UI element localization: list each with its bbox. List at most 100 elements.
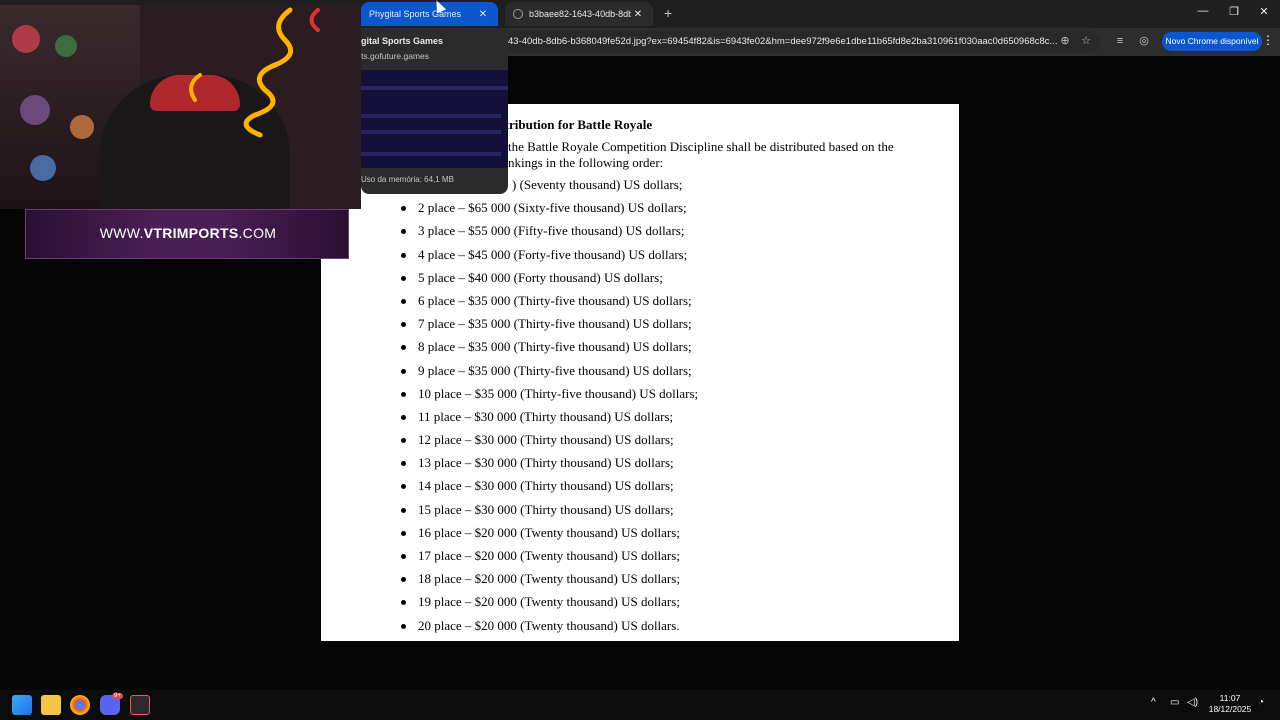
tab-image[interactable]: b3baee82-1643-40db-8db6-b3 ✕ (505, 2, 653, 26)
prize-item: 20 place – $20 000 (Twenty thousand) US … (401, 617, 698, 640)
prize-item: 5 place – $40 000 (Forty thousand) US do… (401, 269, 698, 292)
thumbnail-row (361, 130, 501, 134)
tab-hover-preview: gital Sports Games ts.gofuture.games Uso… (361, 28, 508, 194)
prize-item: 13 place – $30 000 (Thirty thousand) US … (401, 454, 698, 477)
sponsor-banner: WWW.VTRIMPORTS.COM (25, 209, 349, 259)
prize-text: 13 place – $30 000 (Thirty thousand) US … (418, 455, 674, 471)
prize-text: 8 place – $35 000 (Thirty-five thousand)… (418, 339, 692, 355)
update-chrome-button[interactable]: Novo Chrome disponível (1162, 32, 1262, 51)
new-tab-icon[interactable]: + (664, 5, 672, 21)
profile-icon[interactable]: ◎ (1136, 33, 1152, 49)
prize-item: 9 place – $35 000 (Thirty-five thousand)… (401, 362, 698, 385)
restore-icon[interactable]: ❐ (1224, 5, 1244, 18)
minimize-icon[interactable]: — (1193, 5, 1213, 17)
windows-start-icon[interactable] (12, 695, 32, 715)
clock-time: 11:07 (1219, 693, 1241, 703)
bullet-icon (401, 461, 406, 467)
tray-chevron-icon[interactable]: ^ (1151, 697, 1156, 708)
prize-item: 19 place – $20 000 (Twenty thousand) US … (401, 593, 698, 616)
tab-title: Phygital Sports Games (369, 9, 462, 19)
bullet-icon (401, 507, 406, 513)
banner-text: WWW.VTRIMPORTS.COM (26, 225, 350, 241)
preview-memory: Uso da memória: 64,1 MB (361, 175, 454, 184)
intro-line: the Battle Royale Competition Discipline… (508, 139, 894, 154)
chrome-menu-icon[interactable]: ⋮ (1262, 33, 1274, 47)
bullet-icon (401, 275, 406, 281)
prize-text: 16 place – $20 000 (Twenty thousand) US … (418, 524, 680, 540)
prize-text: 18 place – $20 000 (Twenty thousand) US … (418, 571, 680, 587)
bullet-icon (401, 345, 406, 351)
bullet-icon (401, 298, 406, 304)
thumbnail-row (361, 114, 501, 118)
thumbnail-row (361, 152, 501, 156)
prize-text: 15 place – $30 000 (Thirty thousand) US … (418, 501, 674, 517)
bookmark-star-icon[interactable]: ☆ (1078, 33, 1094, 49)
tab-close-icon[interactable]: ✕ (476, 9, 490, 20)
prize-item: 2 place – $65 000 (Sixty-five thousand) … (401, 199, 698, 222)
preview-thumbnail (361, 70, 508, 168)
prize-text: 5 place – $40 000 (Forty thousand) US do… (418, 269, 663, 285)
webcam-overlay (0, 5, 361, 209)
prize-text: 6 place – $35 000 (Thirty-five thousand)… (418, 292, 692, 308)
zoom-icon[interactable]: ⊕ (1057, 33, 1073, 49)
close-window-icon[interactable]: ✕ (1254, 5, 1274, 18)
address-bar[interactable]: 43-40db-8db6-b368049fe52d.jpg?ex=69454f8… (500, 31, 1100, 53)
bullet-icon (401, 391, 406, 397)
prize-item: 7 place – $35 000 (Thirty-five thousand)… (401, 315, 698, 338)
prize-text: 11 place – $30 000 (Thirty thousand) US … (418, 408, 674, 424)
discord-badge: 9+ (112, 693, 123, 699)
bullet-icon (401, 600, 406, 606)
banner-brand: VTRIMPORTS (143, 225, 239, 241)
bullet-icon (401, 368, 406, 374)
notification-bell-icon[interactable]: ◔ (1258, 697, 1264, 708)
preview-url: ts.gofuture.games (361, 51, 430, 61)
prize-text: ) (Seventy thousand) US dollars; (512, 177, 683, 192)
screen: Phygital Sports Games ✕ b3baee82-1643-40… (0, 0, 1280, 720)
prize-item: 14 place – $30 000 (Thirty thousand) US … (401, 477, 698, 500)
prize-item: 11 place – $30 000 (Thirty thousand) US … (401, 408, 698, 431)
banner-prefix: WWW. (99, 225, 144, 241)
volume-icon[interactable]: ◁) (1187, 697, 1198, 708)
prize-item: 3 place – $55 000 (Fifty-five thousand) … (401, 222, 698, 245)
prize-text: 17 place – $20 000 (Twenty thousand) US … (418, 548, 680, 563)
bullet-icon (401, 229, 406, 235)
preview-title: gital Sports Games (361, 36, 444, 46)
prize-text: 10 place – $35 000 (Thirty-five thousand… (418, 385, 699, 401)
prize-item: 16 place – $20 000 (Twenty thousand) US … (401, 524, 698, 547)
neon-squiggle-icon (189, 7, 320, 138)
bullet-icon (401, 414, 406, 420)
file-explorer-icon[interactable] (41, 695, 61, 715)
windows-taskbar (0, 690, 1280, 720)
prize-item: 8 place – $35 000 (Thirty-five thousand)… (401, 338, 698, 361)
prize-item: 4 place – $45 000 (Forty-five thousand) … (401, 246, 698, 269)
media-controls-icon[interactable]: ≡ (1112, 33, 1128, 49)
chrome-icon[interactable] (70, 695, 90, 715)
prize-item: 10 place – $35 000 (Thirty-five thousand… (401, 385, 698, 408)
prize-text: 9 place – $35 000 (Thirty-five thousand)… (418, 362, 692, 378)
prize-text: 7 place – $35 000 (Thirty-five thousand)… (418, 316, 692, 332)
bullet-icon (401, 438, 406, 444)
network-icon[interactable]: ▭ (1170, 697, 1179, 708)
prize-item: 18 place – $20 000 (Twenty thousand) US … (401, 570, 698, 593)
prize-item: 17 place – $20 000 (Twenty thousand) US … (401, 547, 698, 570)
prize-text: 14 place – $30 000 (Thirty thousand) US … (418, 478, 674, 494)
prize-text: 4 place – $45 000 (Forty-five thousand) … (418, 246, 688, 262)
clock-date: 18/12/2025 (1208, 704, 1252, 714)
thumbnail-row (361, 86, 508, 90)
prize-text: 12 place – $30 000 (Thirty thousand) US … (418, 432, 674, 448)
bullet-icon (401, 206, 406, 212)
tab-phygital-sports-games[interactable]: Phygital Sports Games ✕ (361, 2, 498, 26)
epic-games-icon[interactable] (130, 695, 150, 715)
bullet-icon (401, 577, 406, 583)
prize-item: 12 place – $30 000 (Thirty thousand) US … (401, 431, 698, 454)
prize-list: ) (Seventy thousand) US dollars; 2 place… (401, 176, 698, 640)
tab-title: b3baee82-1643-40db-8db6-b3 (529, 9, 631, 19)
bullet-icon (401, 554, 406, 559)
system-clock[interactable]: 11:07 18/12/2025 (1204, 693, 1256, 715)
tab-close-icon[interactable]: ✕ (631, 9, 645, 20)
bullet-icon (401, 322, 406, 328)
bullet-icon (401, 623, 406, 629)
bullet-icon (401, 484, 406, 490)
globe-icon (513, 9, 523, 19)
prize-text: 2 place – $65 000 (Sixty-five thousand) … (418, 200, 687, 216)
